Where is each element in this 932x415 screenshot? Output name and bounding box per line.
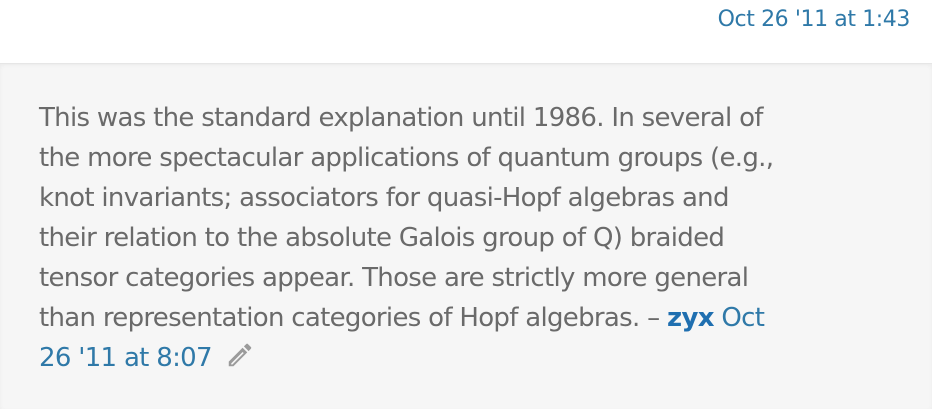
comment-line-6: than representation categories of Hopf a…: [39, 303, 640, 333]
comment-line-1: This was the standard explanation until …: [39, 103, 763, 133]
comment-separator: –: [647, 303, 660, 333]
pencil-icon[interactable]: [225, 340, 255, 370]
comment-line-2: the more spectacular applications of qua…: [39, 143, 774, 173]
comment-line-5: tensor categories appear. Those are stri…: [39, 263, 749, 293]
comment-author-link[interactable]: zyx: [667, 303, 714, 333]
comment-date-link-part-1[interactable]: Oct: [721, 303, 765, 333]
comment-date-link-part-2[interactable]: 26 '11 at 8:07: [39, 343, 213, 373]
comment-line-4: their relation to the absolute Galois gr…: [39, 223, 725, 253]
previous-comment-timestamp[interactable]: Oct 26 '11 at 1:43: [718, 7, 911, 32]
comments-page: Oct 26 '11 at 1:43 This was the standard…: [0, 0, 932, 415]
comment-body: This was the standard explanation until …: [39, 98, 879, 378]
comment-card: This was the standard explanation until …: [0, 63, 932, 410]
bottom-spacer: [0, 409, 932, 415]
previous-comment-footer: Oct 26 '11 at 1:43: [0, 0, 932, 60]
comment-line-3: knot invariants; associators for quasi-H…: [39, 183, 729, 213]
